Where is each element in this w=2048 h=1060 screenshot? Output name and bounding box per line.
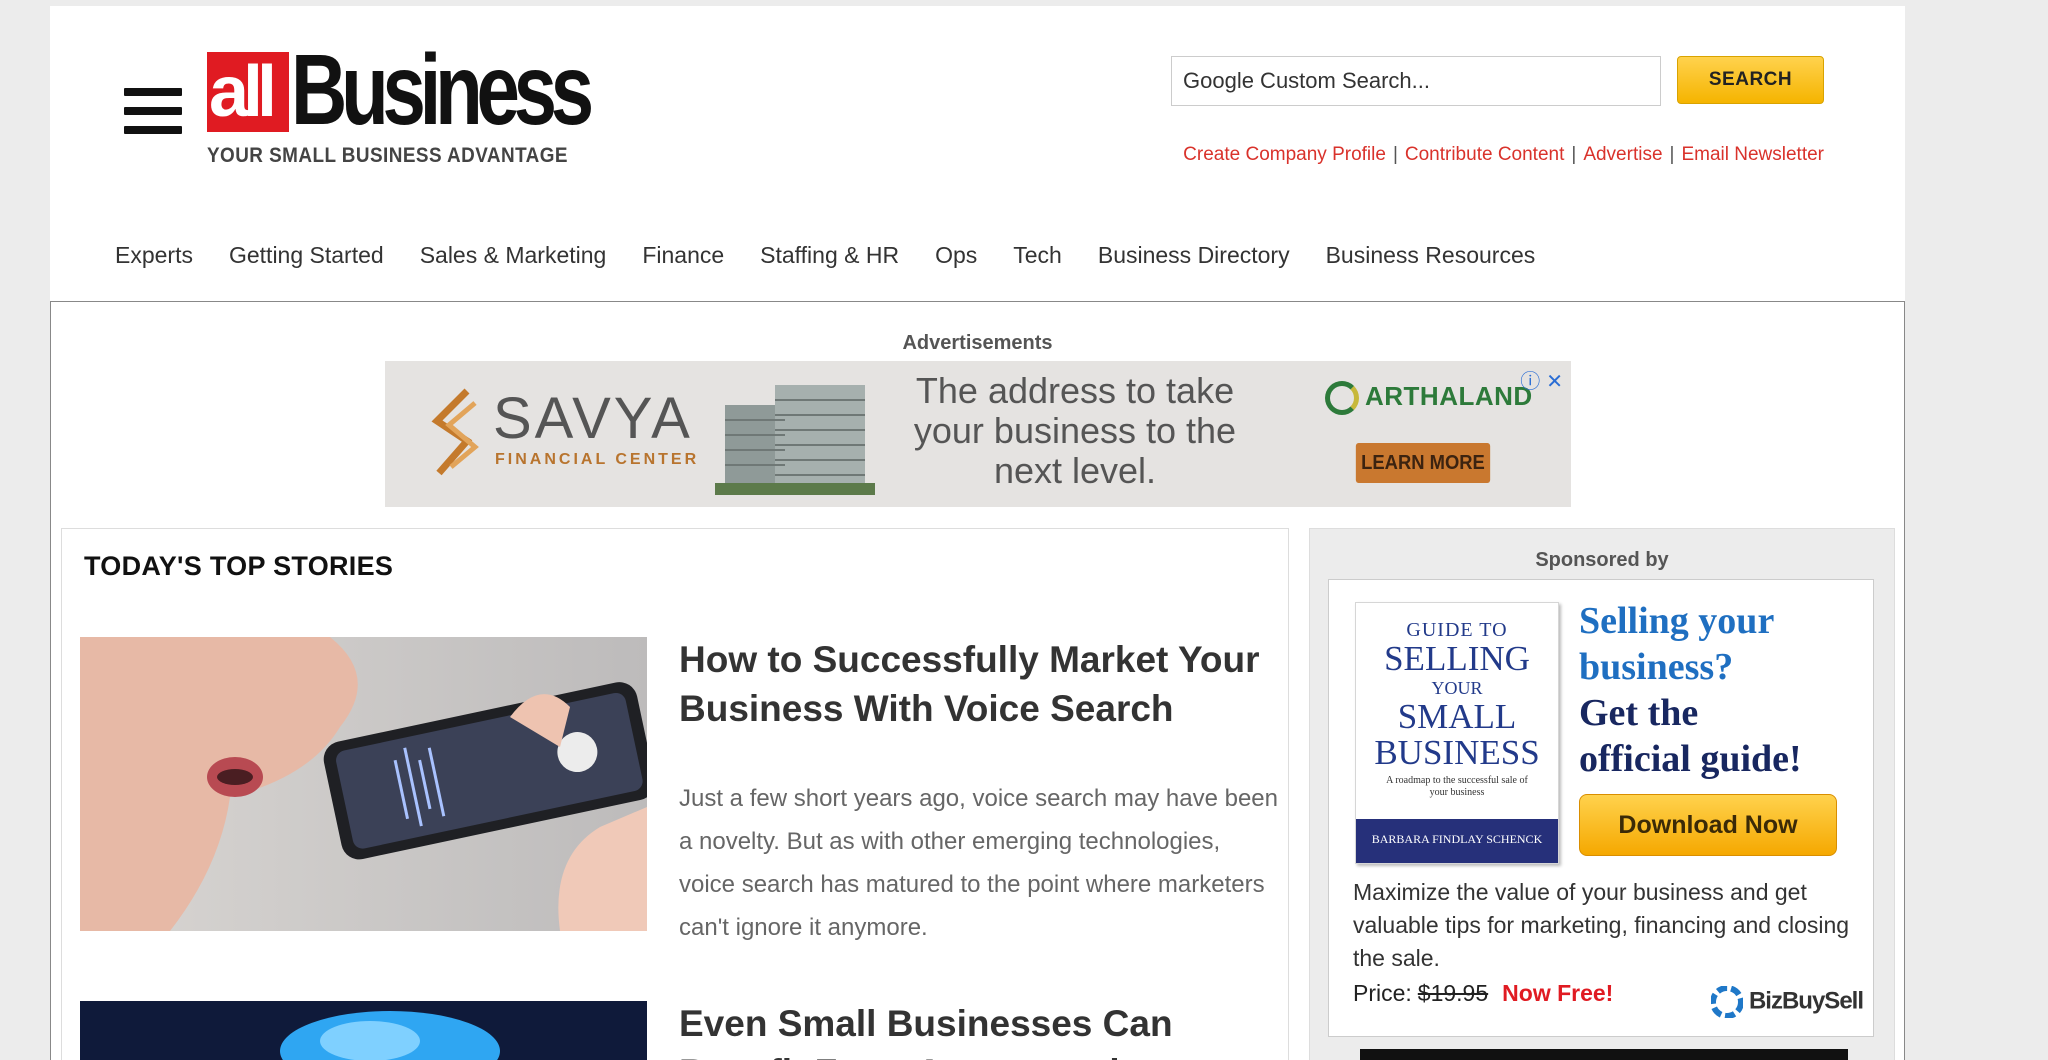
link-advertise[interactable]: Advertise [1583,144,1662,165]
story-title[interactable]: Even Small Businesses Can Benefit From A… [679,999,1279,1060]
arthaland-logo-icon [1325,381,1359,416]
next-ad-bar [1360,1049,1848,1060]
logo-tagline: YOUR SMALL BUSINESS ADVANTAGE [207,144,568,167]
download-now-button[interactable]: Download Now [1579,794,1837,856]
book-subtitle: A roadmap to the successful sale of your… [1386,775,1528,798]
ad-partner: ARTHALAND [1325,381,1533,416]
divider: | [1392,144,1398,165]
story-description: Just a few short years ago, voice search… [679,785,1278,941]
story-photo-icon[interactable] [80,1001,647,1060]
free-label: Now Free! [1502,980,1614,1006]
book-title-line: YOUR [1431,678,1483,698]
ad-controls: ⓘ ✕ [1514,365,1563,394]
main-nav: Experts Getting Started Sales & Marketing F… [115,242,1571,269]
book-author: BARBARA FINDLAY SCHENCK [1356,819,1558,863]
headline-line: Selling your [1579,600,1775,642]
logo-black-part: Business [291,34,594,146]
price-line: Price: $19.95 Now Free! [1353,980,1613,1007]
nav-ops[interactable]: Ops [935,242,977,268]
sponsored-by-label: Sponsored by [1535,549,1669,571]
nav-finance[interactable]: Finance [642,242,724,268]
voice-search-photo-icon[interactable] [80,637,647,931]
savya-logo-mark-icon [431,388,479,476]
ad-brand-name: SAVYA [493,386,693,451]
story-title[interactable]: How to Successfully Market Your Business… [679,635,1279,733]
nav-experts[interactable]: Experts [115,242,193,268]
nav-staffing-hr[interactable]: Staffing & HR [760,242,899,268]
old-price: $19.95 [1417,980,1489,1006]
utility-links: Create Company Profile | Contribute Conten… [1183,144,1824,166]
book-title: SELLING YOUR SMALL BUSINESS [1356,641,1558,771]
ad-partner-name: ARTHALAND [1365,381,1533,411]
divider: | [1669,144,1675,165]
book-title-line: BUSINESS [1374,733,1540,772]
headline-line: business? [1579,646,1734,688]
headline-line: Get the [1579,692,1699,734]
search-input[interactable]: Google Custom Search... [1171,56,1661,106]
top-stories-heading: TODAY'S TOP STORIES [84,551,394,581]
nav-business-directory[interactable]: Business Directory [1098,242,1290,268]
headline-line: official guide! [1579,738,1802,780]
book-cover: GUIDE TO SELLING YOUR SMALL BUSINESS A r… [1355,602,1559,864]
book-title-line: SELLING [1384,639,1530,678]
menu-hamburger-icon[interactable] [124,88,182,134]
sponsored-headline: Selling your business? Get the official … [1579,598,1869,782]
advertisements-label: Advertisements [902,332,1053,354]
top-stories-panel: TODAY'S TOP STORIES How to Successfully [61,528,1289,1060]
ad-close-icon[interactable]: ✕ [1546,371,1563,393]
learn-more-button[interactable]: LEARN MORE [1355,443,1491,483]
ad-brand-sub: FINANCIAL CENTER [495,451,700,468]
allbusiness-logo[interactable]: all Business YOUR SMALL BUSINESS ADVANTA… [207,40,594,174]
sponsored-description: Maximize the value of your business and … [1353,879,1850,971]
building-image-icon [715,385,875,495]
sponsored-ad[interactable]: GUIDE TO SELLING YOUR SMALL BUSINESS A r… [1328,579,1874,1037]
bizbuysell-name: BizBuySell [1748,987,1864,1015]
book-title-line: SMALL [1397,697,1517,736]
bizbuysell-mark-icon [1710,986,1743,1018]
nav-sales-marketing[interactable]: Sales & Marketing [420,242,607,268]
nav-tech[interactable]: Tech [1013,242,1062,268]
logo-red-part: all [207,52,289,132]
site-header: all Business YOUR SMALL BUSINESS ADVANTA… [50,6,1905,301]
ad-banner[interactable]: SAVYA FINANCIAL CENTER The address to ta… [385,361,1571,507]
ad-info-icon[interactable]: ⓘ [1520,371,1540,393]
search-button[interactable]: SEARCH [1677,56,1824,104]
nav-business-resources[interactable]: Business Resources [1326,242,1536,268]
link-email-newsletter[interactable]: Email Newsletter [1681,144,1824,165]
bizbuysell-logo: BizBuySell [1710,986,1864,1018]
link-contribute-content[interactable]: Contribute Content [1405,144,1565,165]
main-content: Advertisements SAVYA FINANCIAL CENTER Th… [50,301,1905,1060]
price-label: Price: [1353,980,1412,1006]
ad-tagline: The address to take your business to the… [913,370,1237,491]
divider: | [1571,144,1577,165]
link-create-company-profile[interactable]: Create Company Profile [1183,144,1386,165]
sponsored-panel: Sponsored by GUIDE TO SELLING YOUR SMALL… [1309,528,1895,1060]
nav-getting-started[interactable]: Getting Started [229,242,384,268]
